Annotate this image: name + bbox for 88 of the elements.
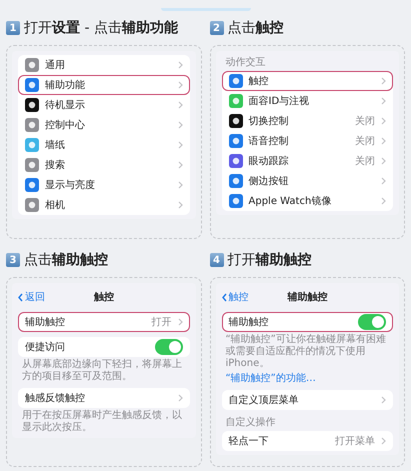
chevron-icon [178,161,182,169]
row-label: 辅助触控 [228,316,270,329]
back-button[interactable]: 返回 [18,290,45,304]
highlighted-settings-row[interactable]: 辅助功能 [18,75,190,95]
row-value: 关闭 [355,154,375,168]
chevron-icon [178,201,182,209]
chevron-icon [381,97,386,105]
chevron-icon [381,137,386,145]
chevron-icon [178,394,182,402]
settings-row[interactable]: 语音控制 关闭 [222,131,393,151]
chevron-icon [381,437,386,445]
footer-note: 从屏幕底部边缘向下轻扫，将屏幕上方的项目移至可及范围。 [21,358,183,383]
settings-row[interactable]: 轻点一下 打开菜单 [222,431,393,451]
row-label: 轻点一下 [228,434,270,448]
row-label: Apple Watch镜像 [248,194,332,208]
settings-row[interactable]: Apple Watch镜像 [222,191,393,211]
step-title: 打开设置 - 点击辅助功能 [24,19,178,37]
step-title: 点击辅助触控 [24,251,108,269]
chevron-icon [381,396,386,404]
step-title: 点击触控 [228,19,284,37]
step-number: 3 [6,253,20,267]
footer-note: “辅助触控”可让你在触碰屏幕有困难或需要自适应配件的情况下使用iPhone。 [224,332,387,370]
settings-row[interactable]: 面容ID与注视 [222,91,393,111]
highlighted-settings-row[interactable]: 辅助触控 打开 [18,312,190,332]
chevron-icon [381,157,386,165]
row-value: 打开菜单 [335,434,375,448]
back-icon [222,292,226,302]
step-number: 4 [210,253,224,267]
footer-link[interactable]: “辅助触控”的功能… [222,370,393,385]
toggle-switch[interactable] [358,314,386,330]
settings-row[interactable]: 侧边按钮 [222,171,393,191]
settings-row[interactable]: 搜索 [18,155,190,175]
chevron-icon [178,181,182,189]
row-label: 触感反馈触控 [25,392,86,405]
settings-row[interactable]: 墙纸 [18,135,190,155]
row-label: 显示与亮度 [45,178,96,192]
settings-row[interactable]: 相机 [18,195,190,215]
row-label: 辅助功能 [45,78,86,92]
chevron-icon [178,318,182,326]
chevron-icon [178,101,182,109]
screen-title: 辅助触控 [287,290,328,304]
row-label: 触控 [248,75,270,88]
row-label: 相机 [45,198,66,212]
settings-row[interactable]: 切换控制 关闭 [222,111,393,131]
step-number: 2 [210,21,224,35]
footer-note: 用于在按压屏幕时产生触感反馈，以显示此次按压。 [21,408,183,434]
chevron-icon [178,61,182,69]
settings-row[interactable]: 控制中心 [18,115,190,135]
settings-row[interactable]: 显示与亮度 [18,175,190,195]
row-label: 自定义顶层菜单 [228,394,300,407]
step-title: 打开辅助触控 [228,251,312,269]
chevron-icon [178,121,182,129]
back-button[interactable]: 触控 [222,290,248,304]
settings-row[interactable]: 待机显示 [18,95,190,115]
chevron-icon [381,197,386,205]
row-value: 关闭 [355,114,375,128]
chevron-icon [178,81,182,89]
settings-row[interactable]: 便捷访问 [18,337,190,357]
row-label: 切换控制 [248,114,290,128]
row-label: 通用 [45,58,66,72]
screen-title: 触控 [94,290,114,304]
row-label: 控制中心 [45,118,86,132]
settings-row[interactable]: 自定义顶层菜单 [222,390,393,410]
chevron-icon [381,177,386,185]
toggle-switch[interactable] [154,339,182,355]
step-number: 1 [6,21,20,35]
row-label: 眼动跟踪 [248,154,290,168]
section-header: 自定义操作 [224,416,276,430]
chevron-icon [381,77,386,85]
row-value: 关闭 [355,134,375,148]
chevron-icon [178,141,182,149]
back-icon [18,292,23,302]
row-label: 便捷访问 [25,340,66,354]
row-label: 面容ID与注视 [248,94,310,108]
row-label: 辅助触控 [25,316,66,329]
row-label: 墙纸 [45,138,66,152]
highlighted-settings-row[interactable]: 辅助触控 [222,312,393,332]
highlighted-settings-row[interactable]: 触控 [222,71,393,91]
row-label: 侧边按钮 [248,174,290,188]
settings-row[interactable]: 眼动跟踪 关闭 [222,151,393,171]
row-label: 搜索 [45,158,66,172]
settings-row[interactable]: 通用 [18,55,190,75]
section-header: 动作交互 [224,56,266,70]
chevron-icon [381,117,386,125]
row-value: 打开 [152,316,172,329]
row-label: 语音控制 [248,134,290,148]
row-label: 待机显示 [45,98,86,112]
settings-row[interactable]: 触感反馈触控 [18,388,190,408]
